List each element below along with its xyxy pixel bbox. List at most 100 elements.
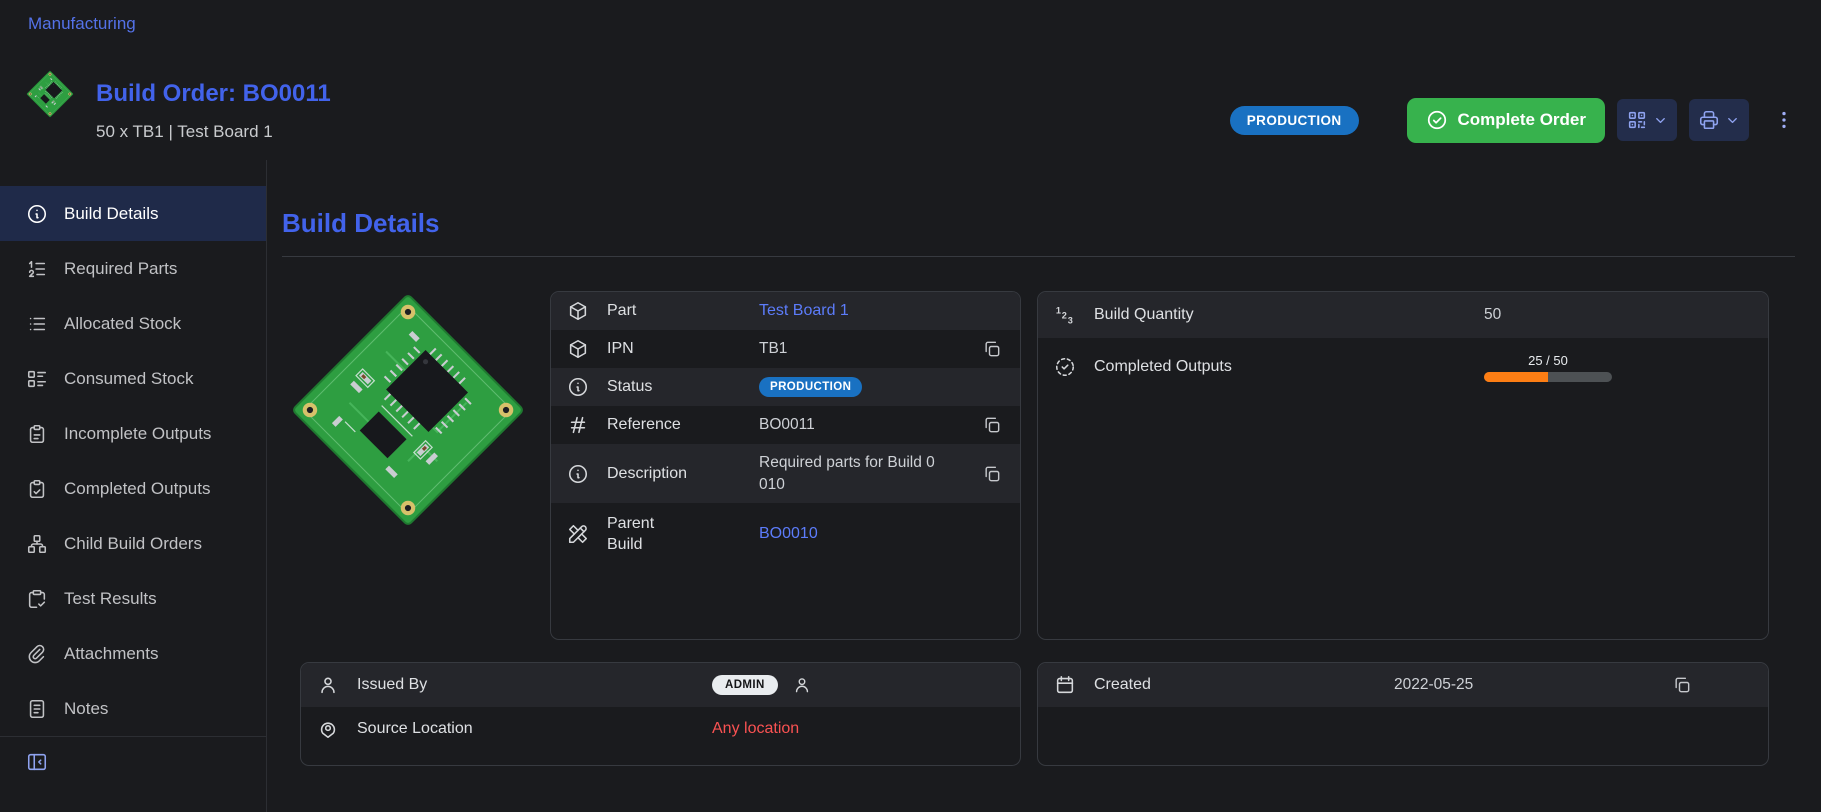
completed-outputs-progress: 25 / 50 (1484, 353, 1612, 382)
sidebar-item-child-build-orders[interactable]: Child Build Orders (0, 516, 266, 571)
section-title: Build Details (282, 208, 1795, 239)
sitemap-icon (26, 533, 48, 555)
reference-label: Reference (607, 416, 759, 434)
admin-badge: ADMIN (712, 675, 778, 695)
list-numbers-icon (26, 258, 48, 280)
circle-check-icon (1426, 109, 1448, 131)
part-link[interactable]: Test Board 1 (759, 302, 849, 320)
copy-icon (982, 464, 1002, 484)
section-divider (282, 256, 1795, 257)
copy-reference-button[interactable] (980, 413, 1004, 437)
status-label: Status (607, 378, 759, 396)
part-thumbnail[interactable] (26, 70, 74, 118)
detail-row-ipn: IPN TB1 (551, 330, 1020, 368)
completed-progress-fill (1484, 372, 1548, 382)
box-icon (567, 300, 591, 322)
created-value: 2022-05-25 (1394, 676, 1473, 694)
header-actions: PRODUCTION Complete Order (1230, 80, 1795, 160)
copy-created-button[interactable] (1670, 673, 1694, 697)
notes-icon (26, 698, 48, 720)
page-header: Build Order: BO0011 50 x TB1 | Test Boar… (0, 48, 1821, 160)
quantity-panel: Build Quantity 50 Completed Outputs 25 /… (1037, 291, 1769, 640)
clipboard-check-icon (26, 478, 48, 500)
copy-icon (982, 339, 1002, 359)
copy-ipn-button[interactable] (980, 337, 1004, 361)
issue-panel: Issued By ADMIN Source Location Any loca… (300, 662, 1021, 766)
dots-vertical-icon (1773, 109, 1795, 131)
map-pin-icon (317, 718, 341, 740)
header-title-group: Build Order: BO0011 50 x TB1 | Test Boar… (26, 70, 331, 160)
part-image[interactable] (289, 291, 527, 529)
detail-row-reference: Reference BO0011 (551, 406, 1020, 444)
sidebar-item-incomplete-outputs[interactable]: Incomplete Outputs (0, 406, 266, 461)
sidebar-item-label: Attachments (64, 644, 159, 664)
sidebar-item-test-results[interactable]: Test Results (0, 571, 266, 626)
sidebar-item-label: Notes (64, 699, 108, 719)
breadcrumb-link-manufacturing[interactable]: Manufacturing (28, 14, 136, 34)
completed-outputs-row: Completed Outputs 25 / 50 (1038, 338, 1768, 396)
sidebar-item-notes[interactable]: Notes (0, 681, 266, 736)
detail-row-part: Part Test Board 1 (551, 292, 1020, 330)
barcode-actions-button[interactable] (1617, 99, 1677, 141)
created-row: Created 2022-05-25 (1038, 663, 1768, 707)
print-actions-button[interactable] (1689, 99, 1749, 141)
breadcrumb: Manufacturing (0, 0, 1821, 48)
sidebar-item-label: Consumed Stock (64, 369, 193, 389)
issued-by-label: Issued By (357, 676, 712, 694)
sidebar-item-build-details[interactable]: Build Details (0, 186, 266, 241)
completed-progress-label: 25 / 50 (1528, 353, 1568, 368)
sidebar-item-label: Build Details (64, 204, 159, 224)
sidebar-item-label: Required Parts (64, 259, 177, 279)
progress-check-icon (1054, 356, 1078, 378)
sidebar-item-allocated-stock[interactable]: Allocated Stock (0, 296, 266, 351)
clipboard-icon (26, 423, 48, 445)
sidebar-item-label: Incomplete Outputs (64, 424, 211, 444)
info-circle-icon (567, 463, 591, 485)
detail-row-status: Status PRODUCTION (551, 368, 1020, 406)
user-icon (792, 675, 812, 695)
details-panel: Part Test Board 1 IPN TB1 Status (550, 291, 1021, 640)
sidebar-item-label: Completed Outputs (64, 479, 210, 499)
chevron-down-icon (1725, 113, 1740, 128)
completed-progress-bar (1484, 372, 1612, 382)
box-icon (567, 338, 591, 360)
collapse-sidebar-button[interactable] (26, 751, 56, 773)
source-location-label: Source Location (357, 720, 712, 738)
sidebar-item-attachments[interactable]: Attachments (0, 626, 266, 681)
user-icon (317, 674, 341, 696)
source-location-row: Source Location Any location (301, 707, 1020, 751)
complete-order-label: Complete Order (1458, 110, 1586, 130)
sidebar: Build Details Required Parts Allocated S… (0, 160, 267, 812)
status-badge: PRODUCTION (1230, 106, 1359, 135)
numbers-icon (1054, 304, 1078, 326)
copy-icon (982, 415, 1002, 435)
part-image-container (282, 291, 534, 640)
ipn-label: IPN (607, 340, 759, 358)
complete-order-button[interactable]: Complete Order (1407, 98, 1605, 143)
source-location-value: Any location (712, 720, 799, 738)
production-status-badge: PRODUCTION (759, 377, 862, 397)
sidebar-item-label: Child Build Orders (64, 534, 202, 554)
created-panel: Created 2022-05-25 (1037, 662, 1769, 766)
more-actions-button[interactable] (1773, 99, 1795, 141)
page-subtitle: 50 x TB1 | Test Board 1 (96, 122, 331, 142)
tools-icon (567, 523, 591, 545)
detail-row-description: Description Required parts for Build 001… (551, 444, 1020, 503)
sidebar-item-label: Allocated Stock (64, 314, 181, 334)
copy-description-button[interactable] (980, 462, 1004, 486)
sidebar-collapse-icon (26, 751, 56, 773)
sidebar-item-completed-outputs[interactable]: Completed Outputs (0, 461, 266, 516)
description-value: Required parts for Build 0010 (759, 444, 937, 503)
ipn-value: TB1 (759, 340, 787, 358)
sidebar-item-required-parts[interactable]: Required Parts (0, 241, 266, 296)
completed-outputs-label: Completed Outputs (1094, 358, 1484, 376)
parent-build-link[interactable]: BO0010 (759, 525, 818, 543)
copy-icon (1672, 675, 1692, 695)
hash-icon (567, 414, 591, 436)
report-icon (26, 588, 48, 610)
printer-icon (1698, 109, 1720, 131)
sidebar-item-consumed-stock[interactable]: Consumed Stock (0, 351, 266, 406)
sidebar-item-label: Test Results (64, 589, 157, 609)
title-block: Build Order: BO0011 50 x TB1 | Test Boar… (96, 70, 331, 160)
page-title: Build Order: BO0011 (96, 80, 331, 108)
